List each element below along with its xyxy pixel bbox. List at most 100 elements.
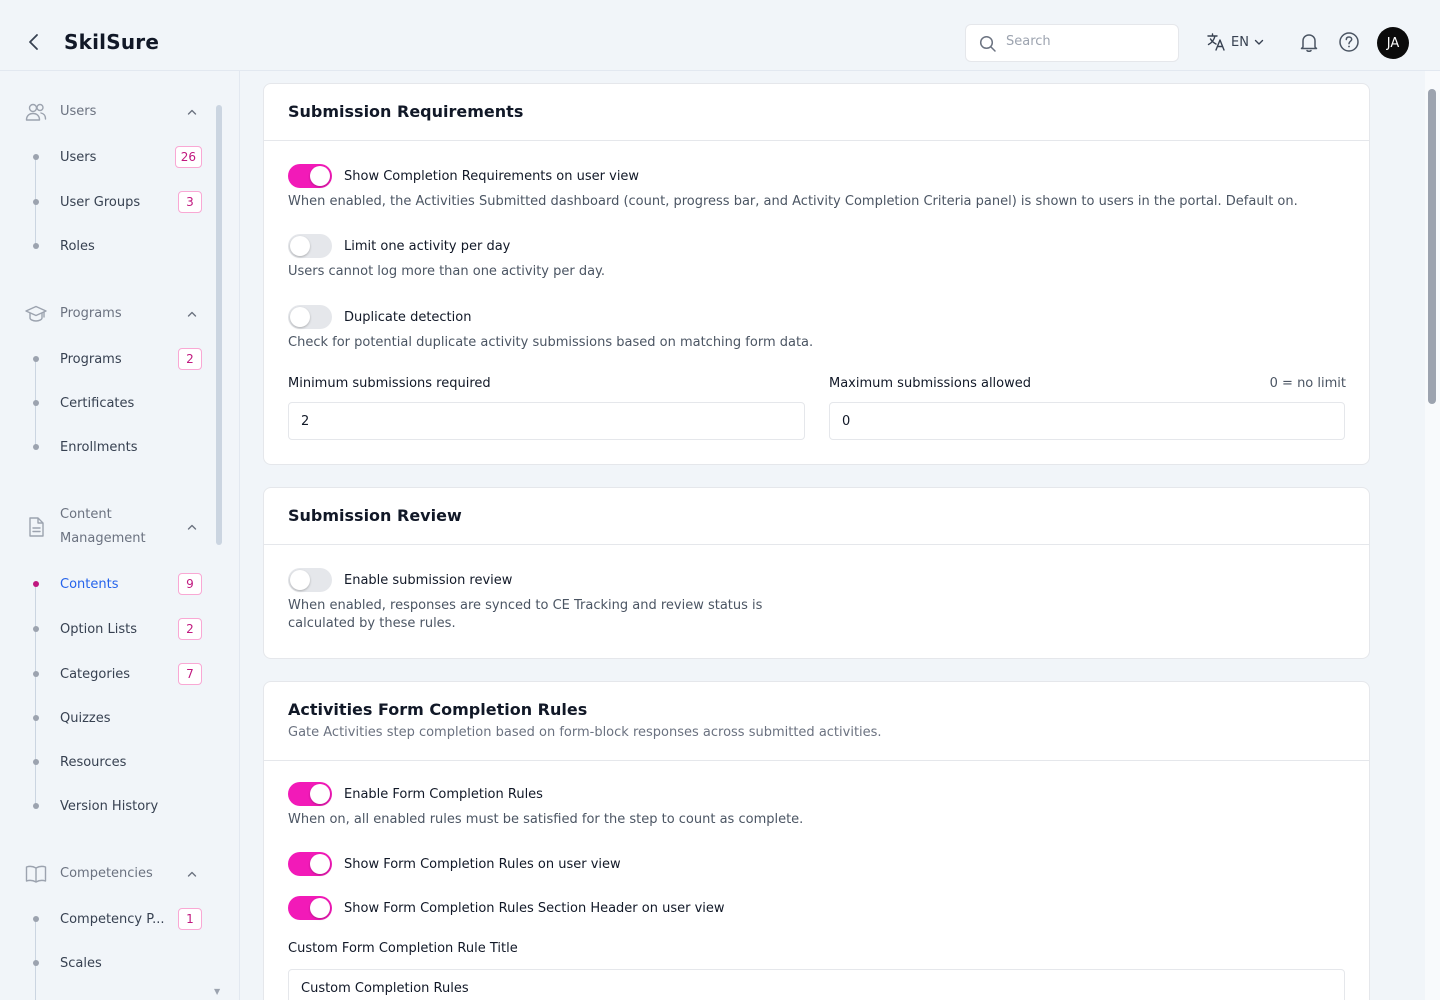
count-badge: 7 (178, 663, 202, 685)
bullet-icon (33, 356, 39, 362)
count-badge: 9 (178, 573, 202, 595)
count-badge: 1 (178, 908, 202, 930)
min-submissions-label: Minimum submissions required (288, 376, 491, 391)
max-submissions-field[interactable] (829, 402, 1345, 440)
language-selector[interactable]: EN (1207, 33, 1265, 51)
sidebar-item-label: Option Lists (60, 621, 138, 637)
duplicate-detection-toggle-row[interactable]: Duplicate detection (288, 305, 471, 329)
card-header: Submission Review (264, 488, 1369, 545)
card-title: Submission Requirements (288, 102, 524, 121)
sidebar-item-users[interactable]: Users 26 (28, 143, 204, 171)
back-button[interactable] (22, 30, 46, 54)
card-header: Submission Requirements (264, 84, 1369, 141)
submission-requirements-card: Submission Requirements Show Completion … (263, 83, 1370, 465)
enable-form-rules-toggle[interactable] (288, 782, 332, 806)
custom-title-field[interactable] (288, 969, 1345, 1000)
sidebar-item-label: Contents (60, 576, 119, 592)
show-header-toggle-row[interactable]: Show Form Completion Rules Section Heade… (288, 896, 725, 920)
enable-review-toggle-row[interactable]: Enable submission review (288, 568, 512, 592)
sidebar-item-categories[interactable]: Categories 7 (28, 660, 204, 688)
page-scrollbar[interactable] (1425, 71, 1440, 1000)
bullet-icon (33, 154, 39, 160)
sidebar-item-scales[interactable]: Scales (28, 949, 204, 977)
duplicate-detection-toggle[interactable] (288, 305, 332, 329)
sidebar-section-label: Competencies (60, 866, 153, 881)
max-submissions-input[interactable] (830, 403, 1344, 439)
show-completion-toggle-row[interactable]: Show Completion Requirements on user vie… (288, 164, 639, 188)
custom-title-label: Custom Form Completion Rule Title (288, 941, 518, 956)
bullet-icon (33, 243, 39, 249)
bullet-icon (33, 759, 39, 765)
sidebar-scrollbar[interactable] (216, 105, 222, 545)
sidebar-section-competencies[interactable]: Competencies (24, 862, 204, 886)
bullet-icon (33, 400, 39, 406)
main-content: Submission Requirements Show Completion … (240, 71, 1425, 1000)
scroll-down-icon[interactable]: ▼ (214, 987, 220, 996)
sidebar-section-users[interactable]: Users (24, 100, 204, 124)
search-box[interactable] (965, 24, 1179, 62)
show-header-toggle[interactable] (288, 896, 332, 920)
users-icon (25, 103, 47, 121)
sidebar-item-label: Version History (60, 798, 159, 814)
count-badge: 2 (178, 618, 202, 640)
sidebar-item-label: Quizzes (60, 710, 111, 726)
card-header: Activities Form Completion Rules Gate Ac… (264, 682, 1369, 761)
language-label: EN (1231, 34, 1249, 50)
toggle-label: Show Form Completion Rules Section Heade… (344, 900, 725, 916)
show-rules-toggle-row[interactable]: Show Form Completion Rules on user view (288, 852, 621, 876)
min-submissions-input[interactable] (289, 403, 804, 439)
toggle-description: When enabled, the Activities Submitted d… (288, 194, 1298, 209)
sidebar-section-content-management[interactable]: Content Management (24, 503, 204, 551)
show-completion-toggle[interactable] (288, 164, 332, 188)
sidebar-item-contents[interactable]: Contents 9 (28, 570, 204, 598)
sidebar-section-programs[interactable]: Programs (24, 302, 204, 326)
sidebar-item-label: Enrollments (60, 439, 138, 455)
sidebar-item-competency-profiles[interactable]: Competency P... 1 (28, 905, 204, 933)
chevron-up-icon (187, 524, 197, 530)
enable-form-rules-toggle-row[interactable]: Enable Form Completion Rules (288, 782, 543, 806)
sidebar-item-label: Scales (60, 955, 102, 971)
toggle-label: Duplicate detection (344, 309, 472, 325)
bell-icon (1300, 34, 1318, 52)
bullet-icon (33, 581, 39, 587)
sidebar-item-version-history[interactable]: Version History (28, 792, 204, 820)
limit-one-toggle-row[interactable]: Limit one activity per day (288, 234, 510, 258)
sidebar-item-label: Competency P... (60, 911, 165, 927)
help-circle-icon (1339, 32, 1359, 52)
toggle-label: Show Completion Requirements on user vie… (344, 168, 640, 184)
sidebar-item-enrollments[interactable]: Enrollments (28, 433, 204, 461)
bullet-icon (33, 671, 39, 677)
count-badge: 3 (178, 191, 202, 213)
sidebar-item-programs[interactable]: Programs 2 (28, 345, 204, 373)
chevron-down-icon (1254, 39, 1264, 45)
search-icon (979, 35, 996, 52)
toggle-description: When on, all enabled rules must be satis… (288, 812, 804, 827)
show-rules-toggle[interactable] (288, 852, 332, 876)
bullet-icon (33, 715, 39, 721)
notifications-button[interactable] (1298, 31, 1320, 57)
sidebar-section-label: Content Management (60, 507, 146, 546)
avatar[interactable]: JA (1377, 27, 1409, 59)
sidebar-item-option-lists[interactable]: Option Lists 2 (28, 615, 204, 643)
submission-review-card: Submission Review Enable submission revi… (263, 487, 1370, 659)
max-submissions-label: Maximum submissions allowed (829, 376, 1032, 391)
sidebar-item-user-groups[interactable]: User Groups 3 (28, 188, 204, 216)
sidebar-item-certificates[interactable]: Certificates (28, 389, 204, 417)
page-scrollbar-thumb[interactable] (1428, 89, 1436, 404)
max-submissions-hint: 0 = no limit (1269, 376, 1346, 391)
app-title: SkilSure (64, 30, 160, 54)
sidebar-item-resources[interactable]: Resources (28, 748, 204, 776)
enable-review-toggle[interactable] (288, 568, 332, 592)
help-button[interactable] (1338, 31, 1360, 57)
document-icon (29, 517, 44, 537)
toggle-description: Check for potential duplicate activity s… (288, 335, 814, 350)
count-badge: 26 (174, 146, 202, 168)
search-input[interactable] (1006, 34, 1166, 49)
limit-one-toggle[interactable] (288, 234, 332, 258)
min-submissions-field[interactable] (288, 402, 805, 440)
custom-title-input[interactable] (289, 970, 1344, 1000)
chevron-up-icon (187, 311, 197, 317)
sidebar-item-quizzes[interactable]: Quizzes (28, 704, 204, 732)
card-subtitle: Gate Activities step completion based on… (288, 725, 882, 740)
sidebar-item-roles[interactable]: Roles (28, 232, 204, 260)
